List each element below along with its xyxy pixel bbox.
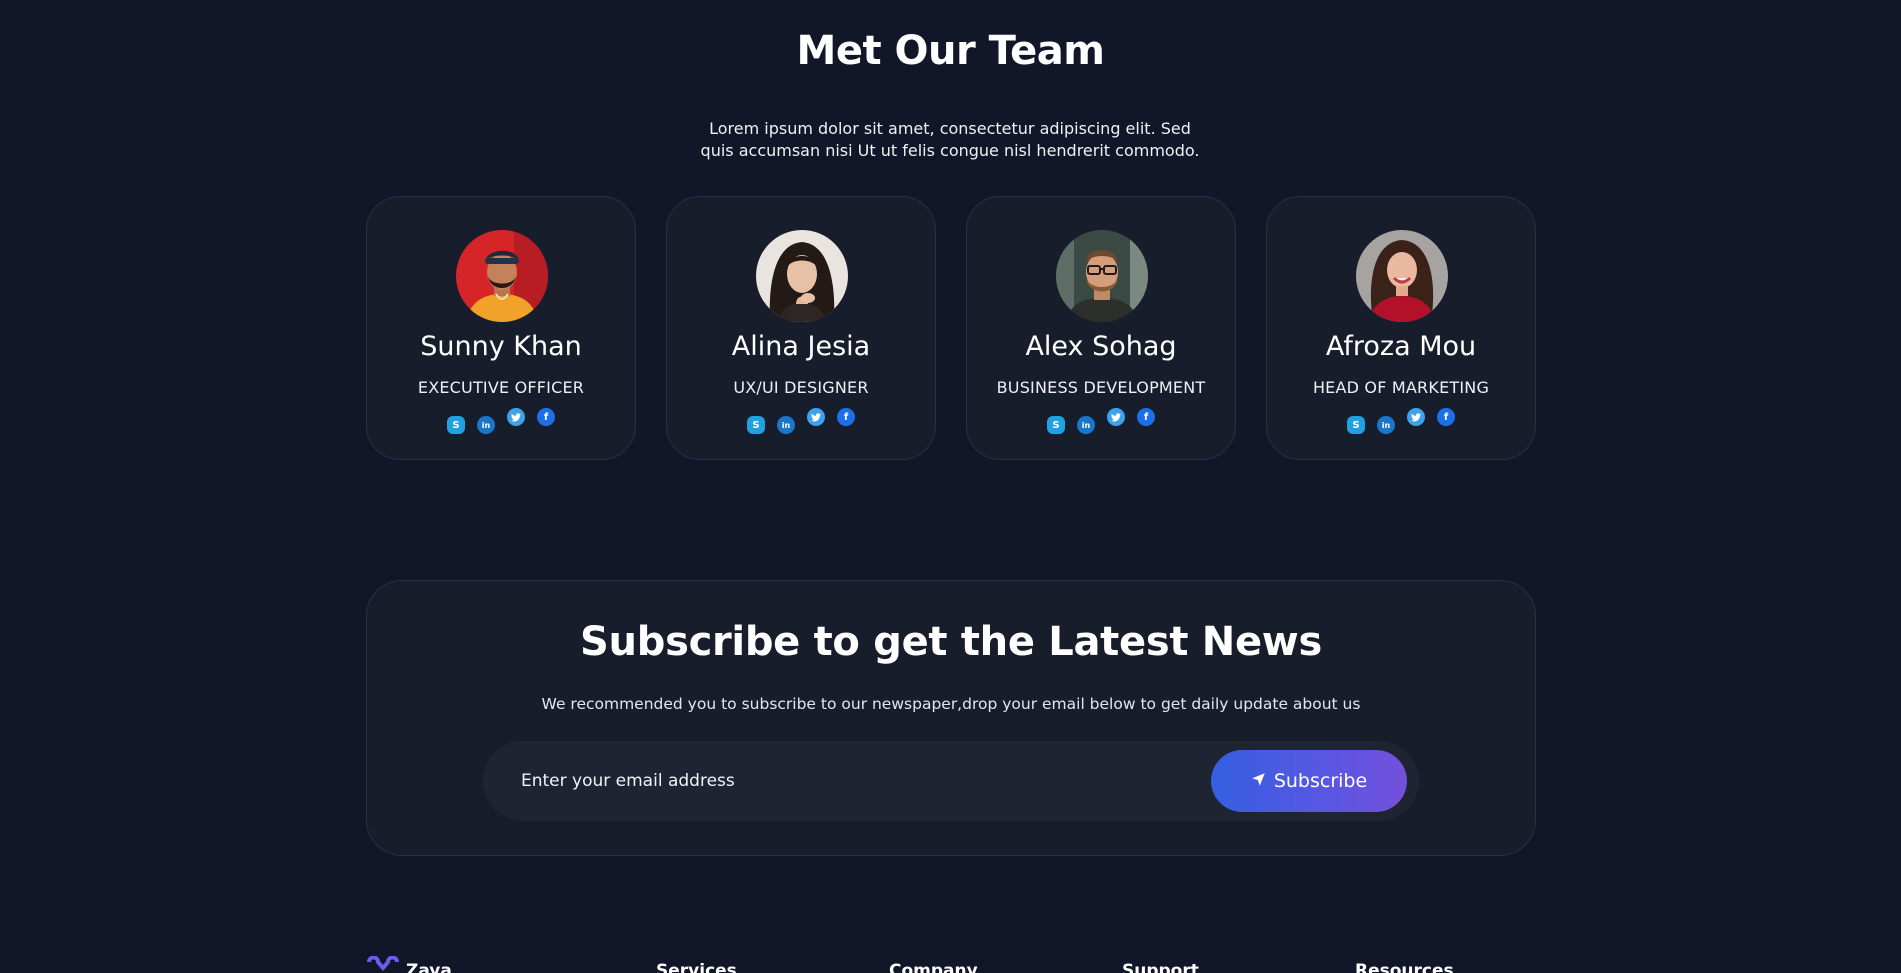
team-card: Sunny Khan EXECUTIVE OFFICER S in f bbox=[366, 196, 636, 460]
social-links: S in f bbox=[967, 408, 1235, 434]
team-title: Met Our Team bbox=[796, 28, 1105, 74]
facebook-icon[interactable]: f bbox=[1437, 408, 1455, 426]
send-icon bbox=[1251, 770, 1266, 792]
skype-icon[interactable]: S bbox=[447, 416, 465, 434]
team-cards: Sunny Khan EXECUTIVE OFFICER S in f Alin… bbox=[366, 196, 1536, 460]
member-role: UX/UI DESIGNER bbox=[733, 378, 869, 397]
subscribe-title: Subscribe to get the Latest News bbox=[580, 619, 1322, 665]
skype-icon[interactable]: S bbox=[747, 416, 765, 434]
facebook-icon[interactable]: f bbox=[1137, 408, 1155, 426]
linkedin-icon[interactable]: in bbox=[477, 416, 495, 434]
twitter-icon[interactable] bbox=[507, 408, 525, 426]
logo-icon bbox=[366, 956, 400, 973]
avatar bbox=[456, 230, 548, 322]
subscribe-button-label: Subscribe bbox=[1273, 770, 1368, 792]
linkedin-icon[interactable]: in bbox=[777, 416, 795, 434]
member-name: Sunny Khan bbox=[420, 331, 582, 362]
logo-text: Zaya bbox=[406, 961, 452, 973]
avatar bbox=[756, 230, 848, 322]
social-links: S in f bbox=[367, 408, 635, 434]
member-name: Alex Sohag bbox=[1025, 331, 1177, 362]
email-input[interactable] bbox=[521, 741, 1161, 821]
social-links: S in f bbox=[1267, 408, 1535, 434]
member-name: Alina Jesia bbox=[731, 331, 871, 362]
social-links: S in f bbox=[667, 408, 935, 434]
footer-heading-services: Services bbox=[656, 961, 737, 973]
subscribe-button[interactable]: Subscribe bbox=[1211, 750, 1407, 812]
footer-heading-company: Company bbox=[889, 961, 978, 973]
team-card: Alex Sohag BUSINESS DEVELOPMENT S in f bbox=[966, 196, 1236, 460]
twitter-icon[interactable] bbox=[807, 408, 825, 426]
footer-logo[interactable]: Zaya bbox=[366, 956, 452, 973]
team-card: Afroza Mou HEAD OF MARKETING S in f bbox=[1266, 196, 1536, 460]
page: Met Our Team Lorem ipsum dolor sit amet,… bbox=[0, 0, 1901, 973]
linkedin-icon[interactable]: in bbox=[1077, 416, 1095, 434]
twitter-icon[interactable] bbox=[1407, 408, 1425, 426]
avatar bbox=[1056, 230, 1148, 322]
footer-heading-support: Support bbox=[1122, 961, 1199, 973]
member-role: EXECUTIVE OFFICER bbox=[417, 378, 585, 397]
team-subtitle: Lorem ipsum dolor sit amet, consectetur … bbox=[700, 119, 1200, 160]
subscribe-form: Subscribe bbox=[483, 741, 1419, 821]
skype-icon[interactable]: S bbox=[1347, 416, 1365, 434]
linkedin-icon[interactable]: in bbox=[1377, 416, 1395, 434]
footer-heading-resources: Resources bbox=[1355, 961, 1454, 973]
avatar bbox=[1356, 230, 1448, 322]
member-role: BUSINESS DEVELOPMENT bbox=[996, 378, 1206, 397]
facebook-icon[interactable]: f bbox=[537, 408, 555, 426]
subscribe-description: We recommended you to subscribe to our n… bbox=[541, 695, 1361, 713]
footer: Zaya Services Company Support Resources bbox=[0, 956, 1901, 973]
facebook-icon[interactable]: f bbox=[837, 408, 855, 426]
subscribe-section: Subscribe to get the Latest News We reco… bbox=[366, 580, 1536, 856]
skype-icon[interactable]: S bbox=[1047, 416, 1065, 434]
member-name: Afroza Mou bbox=[1325, 331, 1477, 362]
team-card: Alina Jesia UX/UI DESIGNER S in f bbox=[666, 196, 936, 460]
member-role: HEAD OF MARKETING bbox=[1312, 378, 1490, 397]
twitter-icon[interactable] bbox=[1107, 408, 1125, 426]
